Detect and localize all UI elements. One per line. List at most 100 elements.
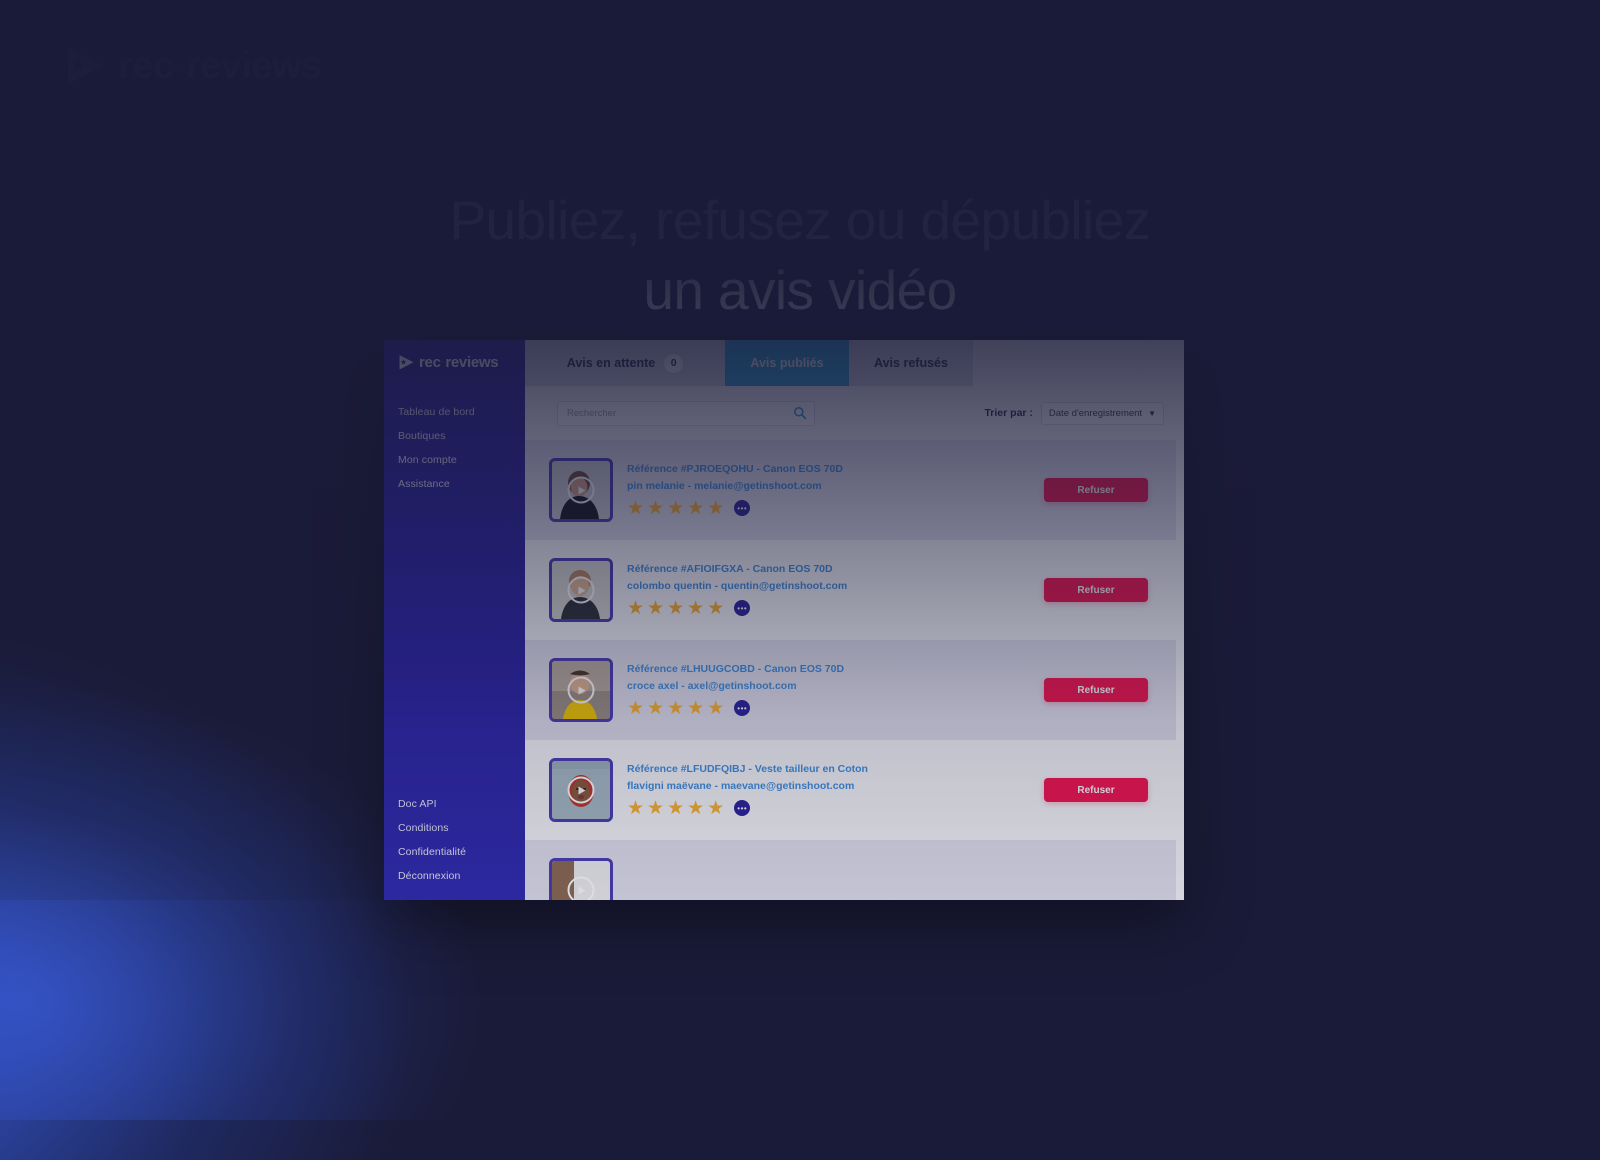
- refuse-button[interactable]: Refuser: [1044, 778, 1148, 802]
- sidebar-logo-rest: reviews: [445, 354, 499, 371]
- tab-avis-en-attente[interactable]: Avis en attente 0: [525, 340, 725, 386]
- star-icon: ★: [707, 497, 725, 519]
- review-info: Référence #LHUUGCOBD - Canon EOS 70D cro…: [627, 663, 844, 718]
- tab-avis-en-attente-badge: 0: [664, 353, 684, 373]
- tab-avis-en-attente-label: Avis en attente: [566, 356, 656, 370]
- play-icon[interactable]: [567, 576, 595, 604]
- sidebar-item-assistance[interactable]: Assistance: [384, 472, 525, 496]
- tab-bar: Avis en attente 0 Avis publiés Avis refu…: [525, 340, 1184, 386]
- review-reference: Référence #LFUDFQIBJ - Veste tailleur en…: [627, 762, 868, 775]
- tab-avis-publies-label: Avis publiés: [750, 356, 824, 370]
- sidebar-item-tableau-de-bord[interactable]: Tableau de bord: [384, 400, 525, 424]
- table-row[interactable]: Référence #LFUDFQIBJ - Veste tailleur en…: [525, 740, 1176, 840]
- star-icon: ★: [707, 697, 725, 719]
- tab-avis-refuses[interactable]: Avis refusés: [849, 340, 973, 386]
- review-author: flavigni maëvane - maevane@getinshoot.co…: [627, 779, 855, 792]
- star-icon: ★: [667, 697, 685, 719]
- video-thumbnail[interactable]: [549, 658, 613, 722]
- star-icon: ★: [687, 697, 705, 719]
- play-star-logo-icon: [64, 44, 108, 88]
- play-icon[interactable]: [567, 876, 595, 900]
- review-reference: Référence #LHUUGCOBD - Canon EOS 70D: [627, 662, 845, 675]
- app-window-screenshot: rec · reviews Tableau de bord Boutiques Mo…: [384, 340, 1184, 900]
- star-icon: ★: [687, 497, 705, 519]
- star-icon: ★: [647, 497, 665, 519]
- star-icon: ★: [687, 597, 705, 619]
- table-row[interactable]: Référence #PJROEQOHU - Canon EOS 70D pin…: [525, 440, 1176, 540]
- star-icon: ★: [627, 497, 645, 519]
- more-options-button[interactable]: •••: [734, 700, 751, 716]
- sidebar-wordmark: rec · reviews: [419, 354, 499, 371]
- video-thumbnail[interactable]: [549, 558, 613, 622]
- app-sidebar: rec · reviews Tableau de bord Boutiques Mo…: [384, 340, 525, 900]
- star-icon: ★: [707, 797, 725, 819]
- table-row[interactable]: Référence #AFIOIFGXA - Canon EOS 70D col…: [525, 540, 1176, 640]
- chevron-down-icon: ▼: [1148, 408, 1156, 418]
- table-row[interactable]: [525, 840, 1176, 900]
- star-icon: ★: [627, 597, 645, 619]
- sidebar-item-conditions[interactable]: Conditions: [384, 816, 525, 840]
- refuse-button[interactable]: Refuser: [1044, 678, 1148, 702]
- sidebar-logo[interactable]: rec · reviews: [384, 352, 525, 371]
- refuse-button[interactable]: Refuser: [1044, 478, 1148, 502]
- brand-logo: rec · reviews: [64, 44, 322, 88]
- headline-line-1: Publiez, refusez ou dépubliez: [449, 188, 1151, 251]
- play-icon[interactable]: [567, 776, 595, 804]
- video-thumbnail[interactable]: [549, 758, 613, 822]
- tab-bar-filler: [973, 340, 1184, 386]
- star-icon: ★: [647, 597, 665, 619]
- sidebar-item-boutiques[interactable]: Boutiques: [384, 424, 525, 448]
- search-input[interactable]: [558, 401, 814, 425]
- play-icon[interactable]: [567, 676, 595, 704]
- video-thumbnail[interactable]: [549, 458, 613, 522]
- star-rating: ★ ★ ★ ★ ★ •••: [627, 799, 868, 818]
- star-icon: ★: [627, 797, 645, 819]
- sidebar-item-deconnexion[interactable]: Déconnexion: [384, 864, 525, 888]
- tab-avis-refuses-label: Avis refusés: [874, 356, 948, 370]
- list-toolbar: Trier par : Date d'enregistrement ▼: [525, 386, 1184, 440]
- review-info: Référence #PJROEQOHU - Canon EOS 70D pin…: [627, 463, 843, 518]
- star-icon: ★: [647, 697, 665, 719]
- review-reference: Référence #PJROEQOHU - Canon EOS 70D: [627, 462, 843, 475]
- review-author: croce axel - axel@getinshoot.com: [627, 679, 797, 692]
- play-star-logo-icon: [398, 354, 415, 371]
- more-options-button[interactable]: •••: [734, 800, 751, 816]
- more-options-button[interactable]: •••: [734, 600, 751, 616]
- review-info: Référence #AFIOIFGXA - Canon EOS 70D col…: [627, 563, 847, 618]
- headline-line-2: un avis vidéo: [643, 259, 957, 322]
- star-icon: ★: [667, 797, 685, 819]
- review-reference: Référence #AFIOIFGXA - Canon EOS 70D: [627, 562, 833, 575]
- search-icon[interactable]: [793, 406, 807, 420]
- sort-label: Trier par :: [984, 407, 1033, 419]
- more-options-button[interactable]: •••: [734, 500, 751, 516]
- refuse-button[interactable]: Refuser: [1044, 578, 1148, 602]
- review-author: colombo quentin - quentin@getinshoot.com: [627, 579, 848, 592]
- page-headline: Publiez, refusez ou dépubliez un avis vi…: [0, 185, 1600, 326]
- brand-wordmark: rec · reviews: [118, 45, 322, 88]
- star-rating: ★ ★ ★ ★ ★ •••: [627, 599, 847, 618]
- video-thumbnail[interactable]: [549, 858, 613, 900]
- sort-control: Trier par : Date d'enregistrement ▼: [984, 401, 1164, 425]
- reviews-list: Référence #PJROEQOHU - Canon EOS 70D pin…: [525, 440, 1184, 900]
- star-icon: ★: [647, 797, 665, 819]
- sidebar-secondary-nav: Doc API Conditions Confidentialité Décon…: [384, 792, 525, 900]
- star-icon: ★: [667, 497, 685, 519]
- search-box[interactable]: [557, 400, 815, 426]
- star-icon: ★: [627, 697, 645, 719]
- sidebar-item-mon-compte[interactable]: Mon compte: [384, 448, 525, 472]
- tab-avis-publies[interactable]: Avis publiés: [725, 340, 849, 386]
- sort-selected-value: Date d'enregistrement: [1048, 407, 1143, 419]
- row-actions: Refuser: [1044, 578, 1176, 602]
- table-row[interactable]: Référence #LHUUGCOBD - Canon EOS 70D cro…: [525, 640, 1176, 740]
- play-icon[interactable]: [567, 476, 595, 504]
- row-actions: Refuser: [1044, 778, 1176, 802]
- sidebar-primary-nav: Tableau de bord Boutiques Mon compte Ass…: [384, 400, 525, 496]
- sidebar-item-confidentialite[interactable]: Confidentialité: [384, 840, 525, 864]
- brand-name-rest: reviews: [185, 44, 322, 87]
- star-icon: ★: [687, 797, 705, 819]
- review-info: Référence #LFUDFQIBJ - Veste tailleur en…: [627, 763, 868, 818]
- star-rating: ★ ★ ★ ★ ★ •••: [627, 699, 844, 718]
- sidebar-item-doc-api[interactable]: Doc API: [384, 792, 525, 816]
- sort-dropdown[interactable]: Date d'enregistrement ▼: [1040, 401, 1164, 425]
- review-author: pin melanie - melanie@getinshoot.com: [627, 479, 822, 492]
